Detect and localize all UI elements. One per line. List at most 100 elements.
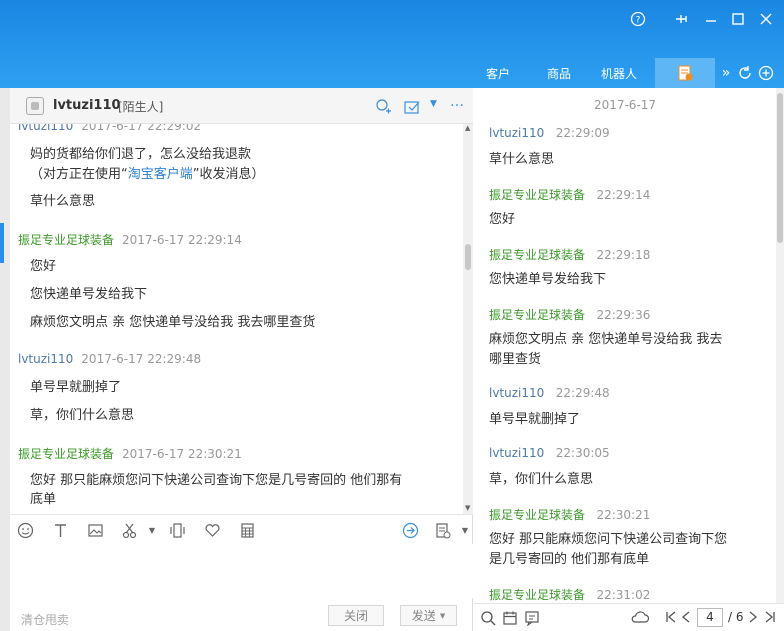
input-footer: 清仓甩卖 关闭 发送 ▼ bbox=[10, 598, 473, 631]
font-icon[interactable] bbox=[51, 521, 69, 539]
page-input[interactable]: 4 bbox=[697, 608, 723, 627]
cloud-icon[interactable] bbox=[630, 609, 650, 629]
message-time: 2017-6-17 22:29:02 bbox=[81, 124, 202, 133]
close-button[interactable]: 关闭 bbox=[328, 605, 384, 626]
add-contact-icon[interactable] bbox=[374, 98, 392, 120]
sender-name[interactable]: 振足专业足球装备 bbox=[18, 233, 114, 247]
close-icon[interactable] bbox=[755, 9, 777, 29]
emoji-icon[interactable] bbox=[16, 521, 34, 539]
sender-name[interactable]: lvtuzi110 bbox=[18, 124, 73, 133]
add-icon[interactable] bbox=[756, 58, 776, 88]
input-toolbar: ▼ ▼ bbox=[10, 514, 473, 544]
scroll-up-icon[interactable]: ▲ bbox=[465, 124, 470, 132]
pin-icon[interactable] bbox=[670, 9, 692, 29]
history-meta: lvtuzi110 22:29:48 bbox=[489, 386, 610, 400]
history-text: 哪里查货 bbox=[489, 352, 542, 367]
message-text: 您快递单号发给我下 bbox=[30, 287, 148, 302]
message-text: 妈的货都给你们退了，怎么没给我退款 bbox=[30, 147, 252, 162]
avatar[interactable] bbox=[26, 97, 44, 115]
chat-scrollbar[interactable]: ▲ ▼ bbox=[463, 124, 473, 514]
message-icon[interactable] bbox=[524, 610, 540, 630]
history-date: 2017-6-17 bbox=[593, 98, 657, 112]
calculator-icon[interactable] bbox=[238, 521, 256, 539]
scroll-thumb[interactable] bbox=[465, 244, 471, 270]
send-button[interactable]: 发送 ▼ bbox=[400, 605, 457, 626]
image-icon[interactable] bbox=[86, 521, 104, 539]
heart-icon[interactable] bbox=[203, 521, 221, 539]
history-text: 单号早就删掉了 bbox=[489, 412, 581, 427]
next-page-icon[interactable] bbox=[747, 609, 759, 629]
message-time: 2017-6-17 22:29:48 bbox=[81, 352, 202, 366]
history-scrollbar[interactable] bbox=[776, 88, 784, 603]
history-text: 草，你们什么意思 bbox=[489, 472, 594, 487]
history-meta: 振足专业足球装备 22:30:21 bbox=[489, 508, 651, 522]
active-marker bbox=[0, 223, 4, 263]
chat-header: lvtuzi110 [陌生人] ▼ … bbox=[10, 88, 473, 124]
screenshot-icon[interactable] bbox=[120, 521, 138, 539]
contact-tag: [陌生人] bbox=[118, 100, 164, 114]
footer-hint: 清仓甩卖 bbox=[21, 613, 70, 627]
vibrate-icon[interactable] bbox=[168, 521, 186, 539]
records-icon bbox=[678, 65, 693, 81]
sender-name[interactable]: lvtuzi110 bbox=[18, 352, 73, 366]
chat-panel: lvtuzi110 [陌生人] ▼ … lvtuzi110 2017-6-17 2… bbox=[0, 88, 473, 631]
contact-list-edge bbox=[0, 88, 10, 631]
message-list: lvtuzi110 2017-6-17 22:29:02 妈的货都给你们退了，怎么… bbox=[10, 124, 463, 514]
history-text: 麻烦您文明点 亲 您快递单号没给我 我去 bbox=[489, 332, 723, 347]
help-icon[interactable]: ? bbox=[627, 9, 649, 29]
chevron-down-icon: ▼ bbox=[439, 611, 446, 620]
records-menu-icon[interactable] bbox=[433, 521, 451, 539]
tab-records[interactable] bbox=[655, 58, 715, 88]
chevron-down-icon[interactable]: ▼ bbox=[456, 521, 474, 539]
scroll-down-icon[interactable]: ▼ bbox=[465, 504, 470, 512]
history-panel: 2017-6-17 lvtuzi110 22:29:09 草什么意思 振足专业足… bbox=[474, 88, 784, 631]
maximize-icon[interactable] bbox=[727, 9, 749, 29]
calendar-icon[interactable] bbox=[502, 610, 518, 630]
quick-reply-icon[interactable] bbox=[401, 521, 419, 539]
history-text: 您好 那只能麻烦您问下快递公司查询下您 bbox=[489, 532, 728, 547]
refresh-icon[interactable] bbox=[736, 58, 754, 88]
history-meta: lvtuzi110 22:30:05 bbox=[489, 446, 610, 460]
page-total: / 6 bbox=[728, 610, 744, 624]
svg-text:?: ? bbox=[636, 16, 641, 26]
sender-name[interactable]: 振足专业足球装备 bbox=[18, 447, 114, 461]
scroll-thumb[interactable] bbox=[777, 93, 783, 243]
message-text: 底单 bbox=[30, 492, 57, 507]
minimize-icon[interactable] bbox=[700, 9, 722, 29]
history-meta: 振足专业足球装备 22:29:36 bbox=[489, 308, 651, 322]
message-text: 草，你们什么意思 bbox=[30, 408, 135, 423]
chevron-down-icon[interactable]: ▼ bbox=[430, 99, 437, 109]
last-page-icon[interactable] bbox=[763, 609, 777, 629]
message-text: 麻烦您文明点 亲 您快递单号没给我 我去哪里查货 bbox=[30, 315, 316, 330]
contact-name[interactable]: lvtuzi110 bbox=[53, 98, 121, 113]
tab-products[interactable]: 商品 bbox=[536, 58, 582, 88]
chevron-down-icon[interactable]: ▼ bbox=[143, 521, 161, 539]
history-text: 草什么意思 bbox=[489, 152, 555, 167]
taobao-client-link[interactable]: 淘宝客户端 bbox=[128, 167, 193, 182]
history-text: 您好 bbox=[489, 212, 516, 227]
more-tabs-icon[interactable]: » bbox=[717, 58, 735, 88]
prev-page-icon[interactable] bbox=[680, 609, 692, 629]
message-input[interactable] bbox=[10, 544, 473, 598]
search-icon[interactable] bbox=[480, 610, 496, 630]
message-time: 2017-6-17 22:30:21 bbox=[122, 447, 242, 461]
message-item: lvtuzi110 2017-6-17 22:29:02 bbox=[18, 124, 438, 133]
history-meta: 振足专业足球装备 22:29:18 bbox=[489, 248, 651, 262]
history-meta: 振足专业足球装备 22:29:14 bbox=[489, 188, 651, 202]
more-icon[interactable]: … bbox=[450, 94, 464, 110]
tab-customer[interactable]: 客户 bbox=[475, 58, 521, 88]
compose-icon[interactable] bbox=[403, 98, 421, 120]
message-time: 2017-6-17 22:29:14 bbox=[122, 233, 242, 247]
message-text: 您好 那只能麻烦您问下快递公司查询下您是几号寄回的 他们那有 bbox=[30, 473, 403, 488]
message-text: 单号早就删掉了 bbox=[30, 380, 122, 395]
message-text: 您好 bbox=[30, 259, 57, 274]
message-item: 振足专业足球装备 2017-6-17 22:30:21 bbox=[18, 445, 438, 462]
first-page-icon[interactable] bbox=[664, 609, 678, 629]
tab-robot[interactable]: 机器人 bbox=[594, 58, 644, 88]
history-text: 您快递单号发给我下 bbox=[489, 272, 607, 287]
title-bar: ? 客户 商品 机器人 » bbox=[0, 0, 784, 88]
message-item: lvtuzi110 2017-6-17 22:29:48 bbox=[18, 352, 438, 366]
history-text: 是几号寄回的 他们那有底单 bbox=[489, 552, 650, 567]
message-item: 振足专业足球装备 2017-6-17 22:29:14 bbox=[18, 231, 438, 248]
history-meta: 振足专业足球装备 22:31:02 bbox=[489, 588, 651, 602]
